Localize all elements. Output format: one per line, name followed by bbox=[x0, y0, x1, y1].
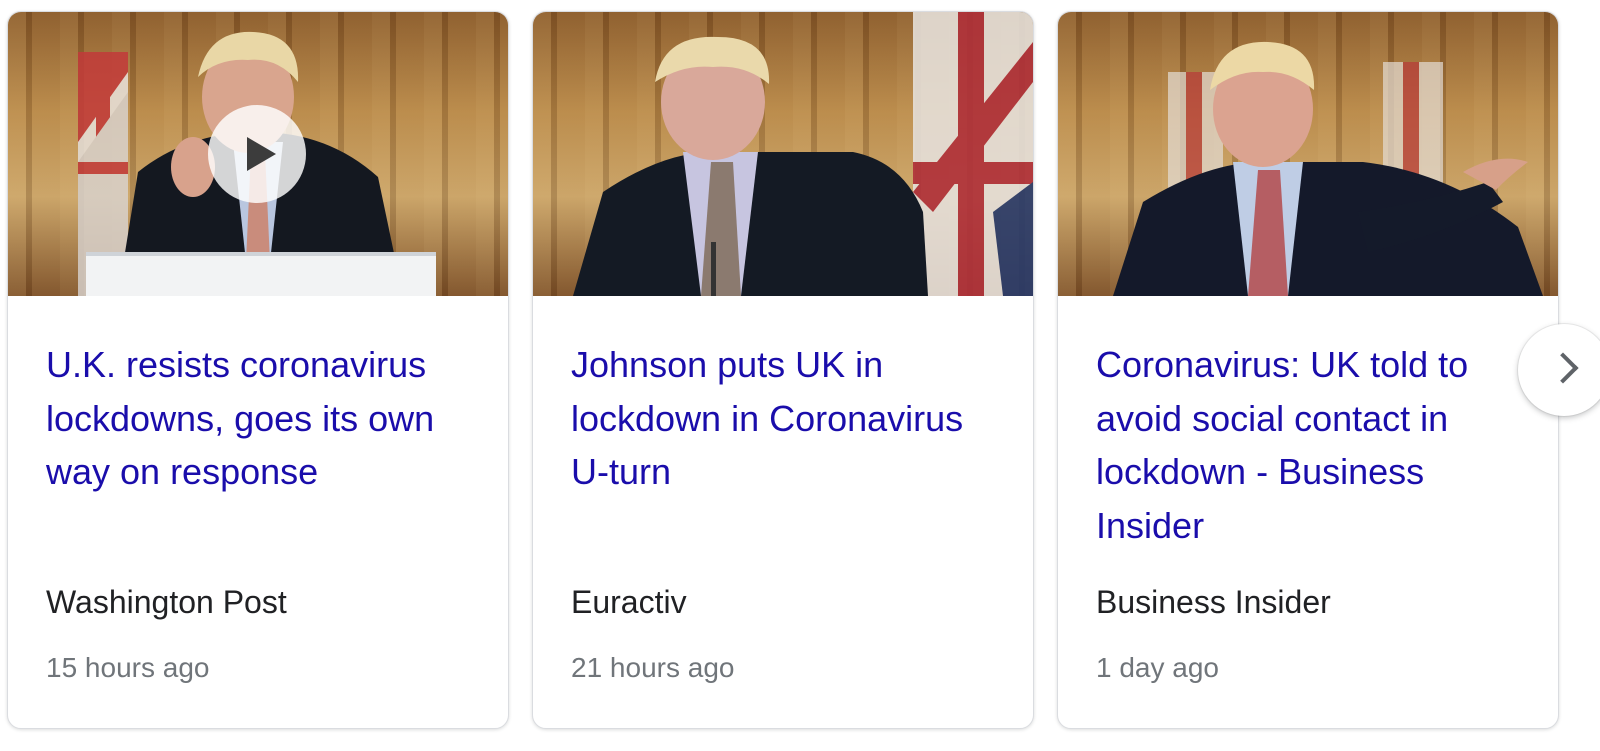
news-headline[interactable]: Coronavirus: UK told to avoid social con… bbox=[1096, 338, 1526, 552]
news-card[interactable]: U.K. resists coronavirus lockdowns, goes… bbox=[7, 11, 509, 729]
thumbnail-illustration bbox=[573, 12, 1033, 296]
news-headline[interactable]: U.K. resists coronavirus lockdowns, goes… bbox=[46, 338, 476, 499]
news-thumbnail[interactable] bbox=[1058, 12, 1558, 296]
play-icon bbox=[246, 137, 276, 171]
news-source: Business Insider bbox=[1096, 584, 1331, 620]
news-timestamp: 15 hours ago bbox=[46, 652, 210, 683]
news-card[interactable]: Johnson puts UK in lockdown in Coronavir… bbox=[532, 11, 1034, 729]
news-timestamp: 21 hours ago bbox=[571, 652, 735, 683]
top-stories-carousel: U.K. resists coronavirus lockdowns, goes… bbox=[0, 0, 1600, 751]
news-thumbnail[interactable] bbox=[533, 12, 1033, 296]
chevron-right-icon bbox=[1547, 352, 1579, 384]
next-button[interactable] bbox=[1518, 324, 1600, 416]
news-headline[interactable]: Johnson puts UK in lockdown in Coronavir… bbox=[571, 338, 1001, 499]
news-timestamp: 1 day ago bbox=[1096, 652, 1219, 683]
news-card[interactable]: Coronavirus: UK told to avoid social con… bbox=[1057, 11, 1559, 729]
news-source: Washington Post bbox=[46, 584, 287, 620]
news-thumbnail[interactable] bbox=[8, 12, 508, 296]
play-video-button[interactable] bbox=[208, 105, 306, 203]
thumbnail-illustration bbox=[1113, 41, 1543, 296]
news-source: Euractiv bbox=[571, 584, 687, 620]
